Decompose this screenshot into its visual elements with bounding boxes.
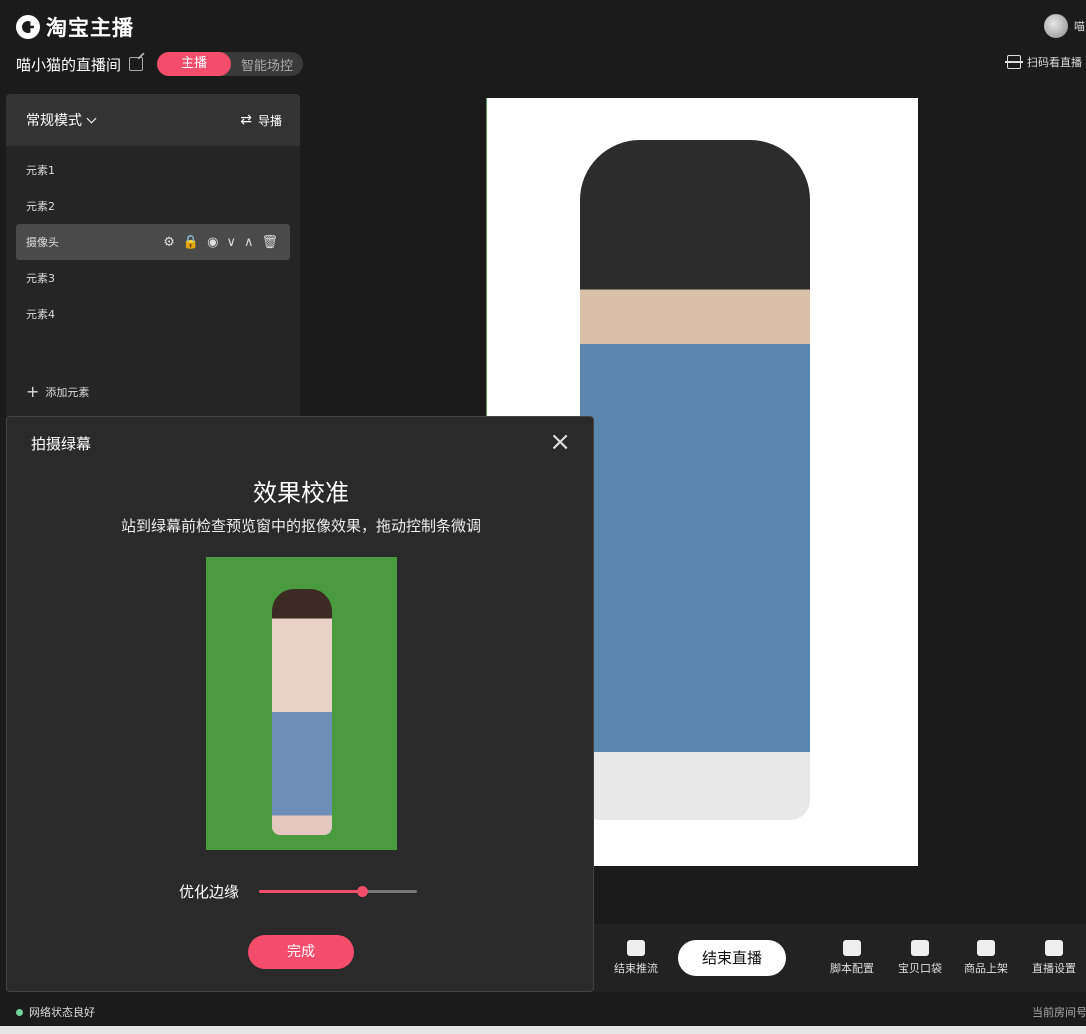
script-config-label: 脚本配置: [830, 962, 874, 975]
role-toggle[interactable]: 主播 智能场控: [157, 52, 304, 76]
edit-icon[interactable]: [129, 57, 144, 71]
role-anchor-tab[interactable]: 主播: [157, 52, 232, 76]
role-smart-control-tab[interactable]: 智能场控: [231, 55, 303, 74]
mode-select[interactable]: 常规模式: [26, 110, 97, 130]
script-config-button[interactable]: 脚本配置: [830, 940, 874, 976]
room-id-label: 当前房间号: [1032, 1006, 1086, 1019]
list-item[interactable]: 元素2: [6, 188, 300, 224]
guide-button[interactable]: ⇄ 导播: [240, 112, 282, 129]
presenter-image: [580, 140, 810, 820]
green-screen-dialog: 拍摄绿幕 × 效果校准 站到绿幕前检查预览窗中的抠像效果，拖动控制条微调 优化边…: [6, 416, 594, 992]
room-title: 喵小猫的直播间: [16, 55, 122, 74]
slider-label: 优化边缘: [179, 883, 240, 901]
user-area[interactable]: 喵: [1044, 14, 1086, 38]
elements-panel: 常规模式 ⇄ 导播 元素1 元素2 摄像头 ⚙ 🔒 ◉ ∨ ∧ 🗑 元素3 元素…: [6, 94, 300, 424]
end-stream-button[interactable]: 结束推流: [614, 940, 658, 976]
logo-text: 淘宝主播: [46, 16, 134, 40]
move-down-icon[interactable]: ∨: [226, 235, 236, 250]
window-bottom-edge: [0, 1026, 1086, 1034]
list-product-label: 商品上架: [964, 962, 1008, 975]
lock-icon[interactable]: 🔒: [183, 235, 199, 250]
dialog-heading: 效果校准: [253, 479, 349, 507]
add-element-label: 添加元素: [45, 385, 90, 399]
end-live-button[interactable]: 结束直播: [678, 940, 786, 976]
product-pocket-label: 宝贝口袋: [898, 962, 942, 975]
product-pocket-button[interactable]: 宝贝口袋: [898, 940, 942, 976]
edge-slider-row: 优化边缘: [179, 881, 418, 902]
plus-icon: +: [26, 382, 40, 401]
list-item[interactable]: 元素1: [6, 152, 300, 188]
guide-label: 导播: [257, 113, 282, 128]
element-label: 元素3: [26, 272, 55, 285]
element-label: 元素4: [26, 308, 55, 321]
chevron-down-icon: [86, 113, 97, 123]
network-status: 网络状态良好: [16, 1004, 95, 1020]
network-status-label: 网络状态良好: [29, 1006, 95, 1019]
live-settings-label: 直播设置: [1032, 962, 1076, 975]
green-screen-preview: [206, 557, 397, 850]
list-item-camera[interactable]: 摄像头 ⚙ 🔒 ◉ ∨ ∧ 🗑: [16, 224, 290, 260]
slider-thumb[interactable]: [356, 886, 368, 897]
element-label: 摄像头: [26, 236, 59, 249]
end-stream-label: 结束推流: [614, 962, 658, 975]
element-label: 元素2: [26, 200, 55, 213]
list-product-button[interactable]: 商品上架: [964, 940, 1008, 976]
bag-icon: [911, 940, 929, 956]
list-item[interactable]: 元素4: [6, 296, 300, 332]
trash-icon[interactable]: 🗑: [261, 235, 278, 250]
preview-person-image: [272, 589, 332, 835]
scan-watch-button[interactable]: 扫码看直播: [1005, 54, 1082, 70]
code-icon: [843, 940, 861, 956]
scan-watch-label: 扫码看直播: [1027, 56, 1082, 69]
taobao-live-icon: [16, 15, 40, 39]
app-logo: 淘宝主播: [16, 12, 134, 42]
status-dot-icon: [16, 1008, 23, 1016]
edge-slider[interactable]: [259, 886, 418, 897]
user-name: 喵: [1074, 20, 1085, 33]
scan-icon: [1005, 55, 1023, 69]
upload-icon: [977, 940, 995, 956]
element-label: 元素1: [26, 164, 55, 177]
slider-fill: [259, 890, 362, 893]
element-list: 元素1 元素2 摄像头 ⚙ 🔒 ◉ ∨ ∧ 🗑 元素3 元素4: [6, 146, 300, 332]
gear-icon[interactable]: ⚙: [163, 235, 175, 250]
top-bar: 淘宝主播 喵 喵小猫的直播间 主播 智能场控 扫码看直播: [0, 0, 1086, 92]
dialog-subtitle: 站到绿幕前检查预览窗中的抠像效果，拖动控制条微调: [120, 517, 481, 535]
move-up-icon[interactable]: ∧: [244, 235, 254, 250]
avatar[interactable]: [1044, 14, 1068, 38]
gear-icon: [1045, 940, 1063, 956]
eye-icon[interactable]: ◉: [207, 235, 218, 250]
swap-icon: ⇄: [240, 112, 252, 128]
done-button[interactable]: 完成: [248, 935, 354, 969]
dialog-title: 拍摄绿幕: [31, 435, 92, 453]
element-tools: ⚙ 🔒 ◉ ∨ ∧ 🗑: [163, 235, 278, 250]
live-settings-button[interactable]: 直播设置: [1032, 940, 1076, 976]
close-icon[interactable]: ×: [549, 429, 571, 455]
room-row: 喵小猫的直播间 主播 智能场控: [16, 52, 304, 76]
video-icon: [627, 940, 645, 956]
status-bar: 网络状态良好 当前房间号: [0, 996, 1086, 1026]
panel-header: 常规模式 ⇄ 导播: [6, 94, 300, 146]
preview-edge: [486, 98, 487, 418]
list-item[interactable]: 元素3: [6, 260, 300, 296]
add-element-button[interactable]: + 添加元素: [26, 382, 89, 401]
bottom-toolbar: 结束推流 结束直播 脚本配置 宝贝口袋 商品上架 直播设置: [594, 924, 1086, 992]
mode-label: 常规模式: [26, 113, 82, 129]
